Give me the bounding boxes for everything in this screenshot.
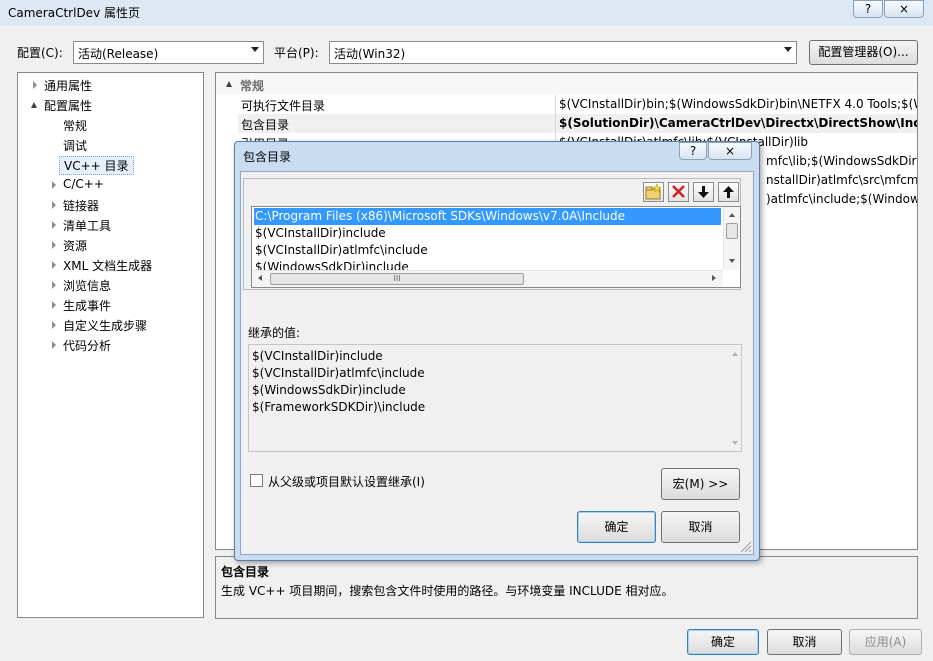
tree-item-manifest-tool[interactable]: 清单工具 bbox=[63, 217, 111, 234]
tree-item-configuration-properties[interactable]: 配置属性 bbox=[44, 97, 92, 114]
expand-icon[interactable] bbox=[52, 301, 56, 309]
horizontal-scrollbar[interactable]: III bbox=[252, 270, 723, 287]
tree-item-vc-directories[interactable]: VC++ 目录 bbox=[59, 156, 134, 175]
chevron-down-icon bbox=[251, 47, 259, 52]
grid-row-name: 包含目录 bbox=[241, 118, 290, 132]
expand-icon[interactable] bbox=[52, 341, 56, 349]
dialog-ok-button[interactable]: 确定 bbox=[577, 511, 656, 543]
inherit-checkbox[interactable] bbox=[250, 474, 263, 487]
tree-item-common-properties[interactable]: 通用属性 bbox=[44, 77, 92, 94]
entries-frame: C:\Program Files (x86)\Microsoft SDKs\Wi… bbox=[243, 178, 741, 290]
new-folder-icon bbox=[645, 183, 662, 200]
list-item[interactable]: $(VCInstallDir)include bbox=[254, 225, 386, 242]
chevron-down-icon bbox=[784, 47, 792, 52]
platform-value: 活动(Win32) bbox=[334, 47, 406, 61]
collapse-icon[interactable] bbox=[31, 102, 37, 108]
inherited-value: $(VCInstallDir)include bbox=[252, 349, 383, 363]
config-manager-button[interactable]: 配置管理器(O)... bbox=[809, 40, 918, 65]
include-dirs-dialog: 包含目录 ? × C:\Program Files (x86)\Microsof… bbox=[234, 141, 760, 561]
category-header[interactable]: 常规 bbox=[216, 73, 917, 94]
scroll-up-icon bbox=[732, 352, 738, 356]
inherited-value: $(FrameworkSDKDir)\include bbox=[252, 400, 426, 414]
delete-line-button[interactable] bbox=[668, 182, 689, 202]
expand-icon[interactable] bbox=[52, 181, 56, 189]
collapse-icon[interactable] bbox=[226, 81, 232, 87]
grid-row-name: 可执行文件目录 bbox=[241, 99, 326, 113]
expand-icon[interactable] bbox=[52, 221, 56, 229]
dialog-title: 包含目录 bbox=[243, 150, 292, 164]
platform-select[interactable]: 活动(Win32) bbox=[329, 41, 797, 64]
column-divider bbox=[555, 114, 556, 133]
config-select[interactable]: 活动(Release) bbox=[73, 41, 264, 64]
inherited-value: $(VCInstallDir)atlmfc\include bbox=[252, 366, 425, 380]
property-tree: 通用属性 配置属性 常规 调试 VC++ 目录 C/C++ 链接器 清单工具 资… bbox=[17, 72, 204, 618]
list-item[interactable]: C:\Program Files (x86)\Microsoft SDKs\Wi… bbox=[254, 208, 721, 225]
tree-item-custom-build-step[interactable]: 自定义生成步骤 bbox=[63, 317, 147, 334]
scroll-right-icon[interactable] bbox=[712, 275, 716, 281]
expand-icon[interactable] bbox=[33, 81, 37, 89]
tree-item-code-analysis[interactable]: 代码分析 bbox=[63, 337, 111, 354]
platform-label: 平台(P): bbox=[274, 46, 319, 60]
apply-button[interactable]: 应用(A) bbox=[849, 629, 922, 655]
tree-item-resources[interactable]: 资源 bbox=[63, 237, 87, 254]
tree-item-debugging[interactable]: 调试 bbox=[63, 137, 87, 154]
entries-list[interactable]: C:\Program Files (x86)\Microsoft SDKs\Wi… bbox=[251, 206, 741, 288]
inherited-value: $(WindowsSdkDir)include bbox=[252, 383, 406, 397]
window-title: CameraCtrlDev 属性页 bbox=[8, 6, 140, 20]
vertical-scrollbar[interactable] bbox=[723, 207, 740, 270]
grid-row-value: )atlmfc\include;$(WindowsS bbox=[766, 192, 918, 206]
cancel-button[interactable]: 取消 bbox=[767, 629, 842, 655]
grid-row-value: nstallDir)atlmfc\src\mfcm;$( bbox=[766, 173, 918, 187]
move-up-button[interactable] bbox=[718, 182, 739, 202]
grid-row-value: $(VCInstallDir)bin;$(WindowsSdkDir)bin\N… bbox=[559, 97, 918, 111]
help-button[interactable]: ? bbox=[853, 0, 883, 18]
dialog-close-button[interactable]: × bbox=[708, 142, 752, 160]
category-label: 常规 bbox=[240, 79, 265, 93]
move-down-button[interactable] bbox=[693, 182, 714, 202]
config-label: 配置(C): bbox=[17, 46, 63, 60]
dialog-body: C:\Program Files (x86)\Microsoft SDKs\Wi… bbox=[240, 171, 754, 555]
grid-row-value: $(SolutionDir)\CameraCtrlDev\Directx\Dir… bbox=[559, 116, 918, 130]
expand-icon[interactable] bbox=[52, 321, 56, 329]
list-item[interactable]: $(VCInstallDir)atlmfc\include bbox=[254, 242, 428, 259]
tree-item-c-cpp[interactable]: C/C++ bbox=[63, 177, 104, 191]
dialog-cancel-button[interactable]: 取消 bbox=[661, 511, 740, 543]
resize-grip-icon[interactable] bbox=[740, 541, 752, 553]
scroll-thumb[interactable]: III bbox=[270, 273, 524, 285]
config-value: 活动(Release) bbox=[78, 47, 159, 61]
scroll-thumb[interactable] bbox=[726, 223, 738, 239]
tree-item-xml-doc-generator[interactable]: XML 文档生成器 bbox=[63, 257, 152, 274]
ok-button[interactable]: 确定 bbox=[687, 629, 759, 655]
new-line-button[interactable] bbox=[643, 182, 664, 202]
description-title: 包含目录 bbox=[221, 565, 270, 579]
dialog-help-button[interactable]: ? bbox=[679, 142, 707, 160]
scroll-left-icon[interactable] bbox=[258, 275, 262, 281]
close-button[interactable]: × bbox=[884, 0, 924, 18]
expand-icon[interactable] bbox=[52, 201, 56, 209]
tree-item-browse-info[interactable]: 浏览信息 bbox=[63, 277, 111, 294]
tree-item-general[interactable]: 常规 bbox=[63, 117, 87, 134]
inherited-values-label: 继承的值: bbox=[248, 326, 301, 340]
expand-icon[interactable] bbox=[52, 241, 56, 249]
title-bar: CameraCtrlDev 属性页 ? × bbox=[0, 0, 933, 26]
grid-row-executable-dirs[interactable]: 可执行文件目录 $(VCInstallDir)bin;$(WindowsSdkD… bbox=[238, 95, 918, 114]
inherit-checkbox-label[interactable]: 从父级或项目默认设置继承(I) bbox=[268, 473, 425, 490]
arrow-up-icon bbox=[723, 186, 734, 198]
grid-row-value: mfc\lib;$(WindowsSdkDir)lib bbox=[766, 154, 917, 168]
scroll-down-icon bbox=[732, 441, 738, 445]
expand-icon[interactable] bbox=[52, 261, 56, 269]
description-text: 生成 VC++ 项目期间，搜索包含文件时使用的路径。与环境变量 INCLUDE … bbox=[221, 584, 674, 598]
tree-item-linker[interactable]: 链接器 bbox=[63, 197, 99, 214]
macros-button[interactable]: 宏(M) >> bbox=[661, 468, 740, 500]
scroll-up-icon[interactable] bbox=[729, 213, 735, 217]
grid-row-include-dirs[interactable]: 包含目录 $(SolutionDir)\CameraCtrlDev\Direct… bbox=[238, 114, 918, 133]
column-divider bbox=[555, 95, 556, 114]
expand-icon[interactable] bbox=[52, 281, 56, 289]
inherited-values-box: $(VCInstallDir)include $(VCInstallDir)at… bbox=[248, 344, 742, 452]
scroll-down-icon[interactable] bbox=[729, 259, 735, 263]
tree-item-build-events[interactable]: 生成事件 bbox=[63, 297, 111, 314]
delete-icon bbox=[672, 185, 685, 198]
arrow-down-icon bbox=[698, 186, 709, 198]
description-panel: 包含目录 生成 VC++ 项目期间，搜索包含文件时使用的路径。与环境变量 INC… bbox=[215, 556, 918, 619]
